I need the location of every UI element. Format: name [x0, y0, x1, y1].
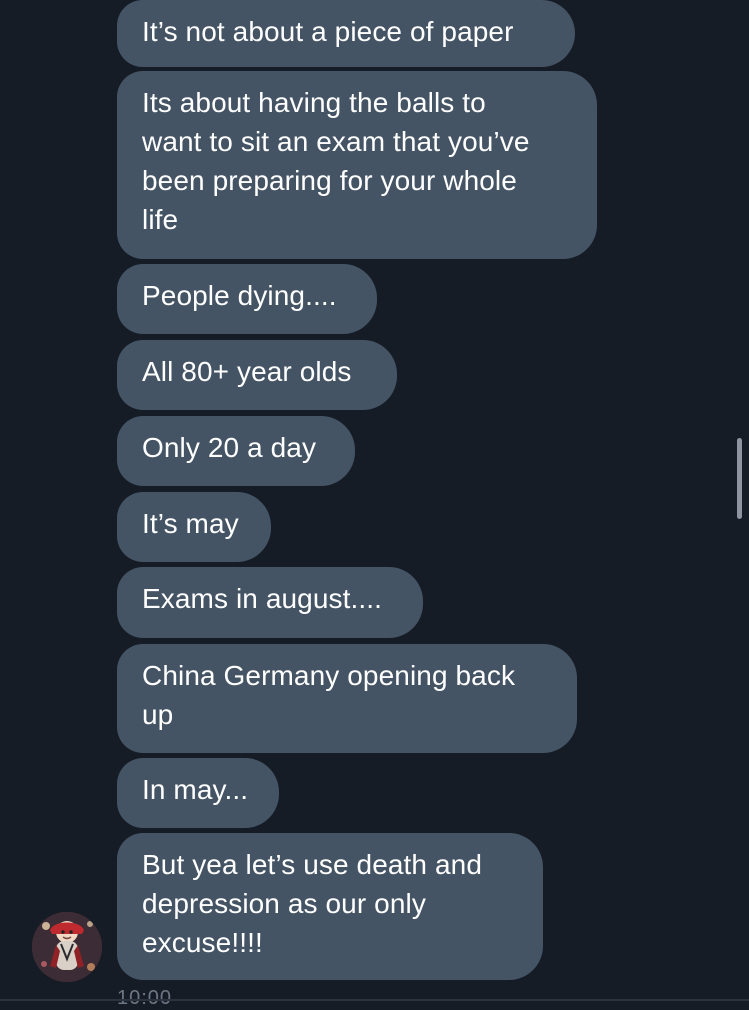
message-bubble: In may...: [117, 758, 279, 828]
message-bubble: All 80+ year olds: [117, 340, 397, 410]
scrollbar[interactable]: [737, 438, 742, 519]
message-bubble: People dying....: [117, 264, 377, 334]
avatar[interactable]: [32, 912, 102, 982]
message-timestamp: 10:00: [117, 987, 173, 1009]
avatar-image: [32, 912, 102, 982]
chat-thread: It’s not about a piece of paper Its abou…: [0, 0, 749, 1010]
bottom-divider: [0, 999, 749, 1001]
message-bubble: Only 20 a day: [117, 416, 355, 486]
message-bubble: Exams in august....: [117, 567, 423, 638]
message-bubble: It’s not about a piece of paper: [117, 0, 575, 67]
message-bubble: But yea let’s use death and depression a…: [117, 833, 543, 980]
message-bubble: It’s may: [117, 492, 271, 562]
message-bubble: China Germany opening back up: [117, 644, 577, 753]
message-bubble: Its about having the balls to want to si…: [117, 71, 597, 259]
